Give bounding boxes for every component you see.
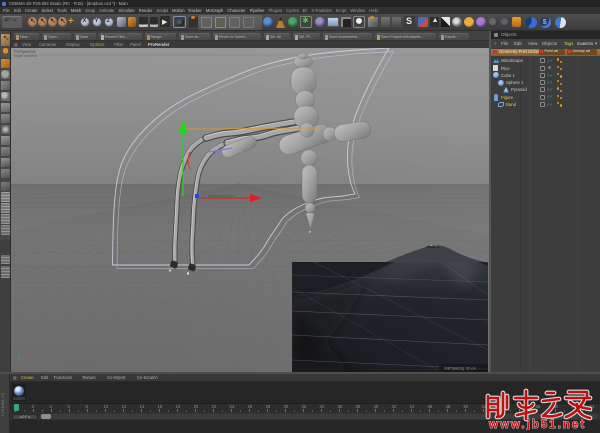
svg-text:www.jb51.net: www.jb51.net [488, 419, 586, 430]
svg-text:Grid Spacing : 62 cm: Grid Spacing : 62 cm [444, 367, 476, 371]
